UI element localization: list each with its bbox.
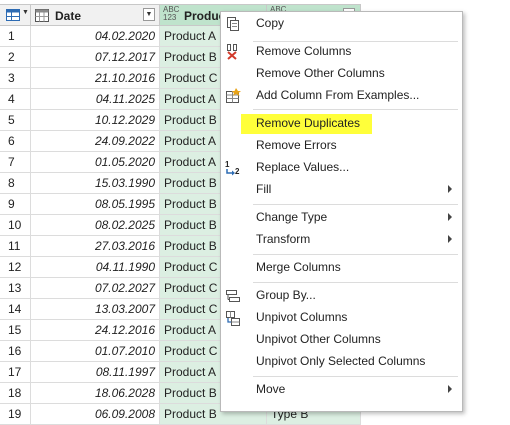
- menu-item-label: Replace Values...: [256, 160, 350, 174]
- unpivot-columns-icon: [226, 311, 240, 326]
- chevron-down-icon[interactable]: ▼: [143, 8, 155, 21]
- menu-item-unpivot-other-columns[interactable]: Unpivot Other Columns: [221, 329, 462, 351]
- chevron-right-icon: [448, 185, 452, 193]
- menu-item-label: Move: [256, 382, 286, 396]
- row-number-cell: 6: [0, 131, 31, 152]
- replace-values-icon: 1 2: [225, 160, 240, 176]
- menu-item-unpivot-only-selected-columns[interactable]: Unpivot Only Selected Columns: [221, 351, 462, 373]
- menu-item-label: Change Type: [256, 210, 328, 224]
- row-number-cell: 18: [0, 383, 31, 404]
- menu-item-transform[interactable]: Transform: [221, 229, 462, 251]
- row-number-cell: 10: [0, 215, 31, 236]
- row-number-cell: 5: [0, 110, 31, 131]
- row-number-cell: 16: [0, 341, 31, 362]
- date-cell[interactable]: 01.05.2020: [31, 152, 160, 173]
- menu-item-label: Unpivot Other Columns: [256, 332, 381, 346]
- row-number-cell: 19: [0, 404, 31, 425]
- menu-item-label: Unpivot Only Selected Columns: [256, 354, 426, 368]
- row-number-cell: 11: [0, 236, 31, 257]
- row-number-cell: 7: [0, 152, 31, 173]
- svg-text:2: 2: [235, 167, 240, 176]
- row-number-cell: 1: [0, 26, 31, 47]
- row-number-cell: 8: [0, 173, 31, 194]
- menu-separator: [253, 254, 458, 255]
- menu-item-label: Remove Columns: [256, 44, 352, 58]
- add-column-examples-icon: [226, 88, 241, 103]
- date-cell[interactable]: 13.03.2007: [31, 299, 160, 320]
- menu-separator: [253, 109, 458, 110]
- row-number-cell: 2: [0, 47, 31, 68]
- date-cell[interactable]: 10.12.2029: [31, 110, 160, 131]
- menu-item-label: Transform: [256, 232, 311, 246]
- row-number-cell: 4: [0, 89, 31, 110]
- menu-item-replace-values[interactable]: 1 2 Replace Values...: [221, 157, 462, 179]
- chevron-right-icon: [448, 235, 452, 243]
- row-number-cell: 12: [0, 257, 31, 278]
- date-cell[interactable]: 04.11.1990: [31, 257, 160, 278]
- calendar-icon: [35, 9, 49, 22]
- date-cell[interactable]: 15.03.1990: [31, 173, 160, 194]
- column-header-label: Date: [55, 9, 82, 23]
- date-cell[interactable]: 27.03.2016: [31, 236, 160, 257]
- menu-item-label: Group By...: [256, 288, 316, 302]
- menu-item-label: Fill: [256, 182, 272, 196]
- menu-item-label: Remove Errors: [256, 138, 337, 152]
- date-cell[interactable]: 24.12.2016: [31, 320, 160, 341]
- copy-icon: [227, 17, 239, 31]
- date-cell[interactable]: 04.11.2025: [31, 89, 160, 110]
- menu-item-label: Remove Duplicates: [256, 116, 361, 130]
- date-cell[interactable]: 07.12.2017: [31, 47, 160, 68]
- date-cell[interactable]: 24.09.2022: [31, 131, 160, 152]
- date-cell[interactable]: 08.02.2025: [31, 215, 160, 236]
- date-cell[interactable]: 04.02.2020: [31, 26, 160, 47]
- menu-item-label: Remove Other Columns: [256, 66, 385, 80]
- row-number-cell: 13: [0, 278, 31, 299]
- menu-item-unpivot-columns[interactable]: Unpivot Columns: [221, 307, 462, 329]
- date-cell[interactable]: 06.09.2008: [31, 404, 160, 425]
- menu-item-merge-columns[interactable]: Merge Columns: [221, 257, 462, 279]
- menu-item-label: Copy: [256, 16, 285, 30]
- menu-item-fill[interactable]: Fill: [221, 179, 462, 201]
- menu-item-group-by[interactable]: Group By...: [221, 285, 462, 307]
- row-number-cell: 15: [0, 320, 31, 341]
- svg-text:1: 1: [225, 160, 230, 169]
- column-header-date[interactable]: Date ▼: [31, 4, 160, 26]
- menu-separator: [253, 204, 458, 205]
- date-cell[interactable]: 08.11.1997: [31, 362, 160, 383]
- menu-separator: [253, 376, 458, 377]
- type-badge-icon: ABC 123: [163, 5, 180, 22]
- menu-separator: [253, 282, 458, 283]
- menu-item-label: Unpivot Columns: [256, 310, 348, 324]
- table-icon: [6, 9, 20, 21]
- date-cell[interactable]: 07.02.2027: [31, 278, 160, 299]
- row-number-cell: 17: [0, 362, 31, 383]
- date-cell[interactable]: 21.10.2016: [31, 68, 160, 89]
- menu-item-remove-columns[interactable]: Remove Columns: [221, 41, 462, 63]
- row-number-cell: 3: [0, 68, 31, 89]
- date-cell[interactable]: 01.07.2010: [31, 341, 160, 362]
- menu-item-copy[interactable]: Copy: [221, 13, 462, 35]
- group-by-icon: [226, 290, 240, 302]
- row-number-cell: 9: [0, 194, 31, 215]
- menu-item-remove-errors[interactable]: Remove Errors: [221, 135, 462, 157]
- menu-item-change-type[interactable]: Change Type: [221, 207, 462, 229]
- table-corner-menu[interactable]: ▼: [0, 4, 31, 26]
- date-cell[interactable]: 18.06.2028: [31, 383, 160, 404]
- menu-item-label: Add Column From Examples...: [256, 88, 420, 102]
- remove-columns-icon: [227, 44, 237, 60]
- chevron-down-icon: ▼: [22, 9, 29, 16]
- date-cell[interactable]: 08.05.1995: [31, 194, 160, 215]
- menu-item-remove-duplicates[interactable]: Remove Duplicates: [221, 113, 462, 135]
- menu-item-add-column-from-examples[interactable]: Add Column From Examples...: [221, 85, 462, 107]
- context-menu: Copy Remove Columns Remove Other Columns…: [220, 11, 463, 412]
- chevron-right-icon: [448, 213, 452, 221]
- menu-item-move[interactable]: Move: [221, 379, 462, 401]
- chevron-right-icon: [448, 385, 452, 393]
- menu-item-label: Merge Columns: [256, 260, 341, 274]
- menu-item-remove-other-columns[interactable]: Remove Other Columns: [221, 63, 462, 85]
- row-number-cell: 14: [0, 299, 31, 320]
